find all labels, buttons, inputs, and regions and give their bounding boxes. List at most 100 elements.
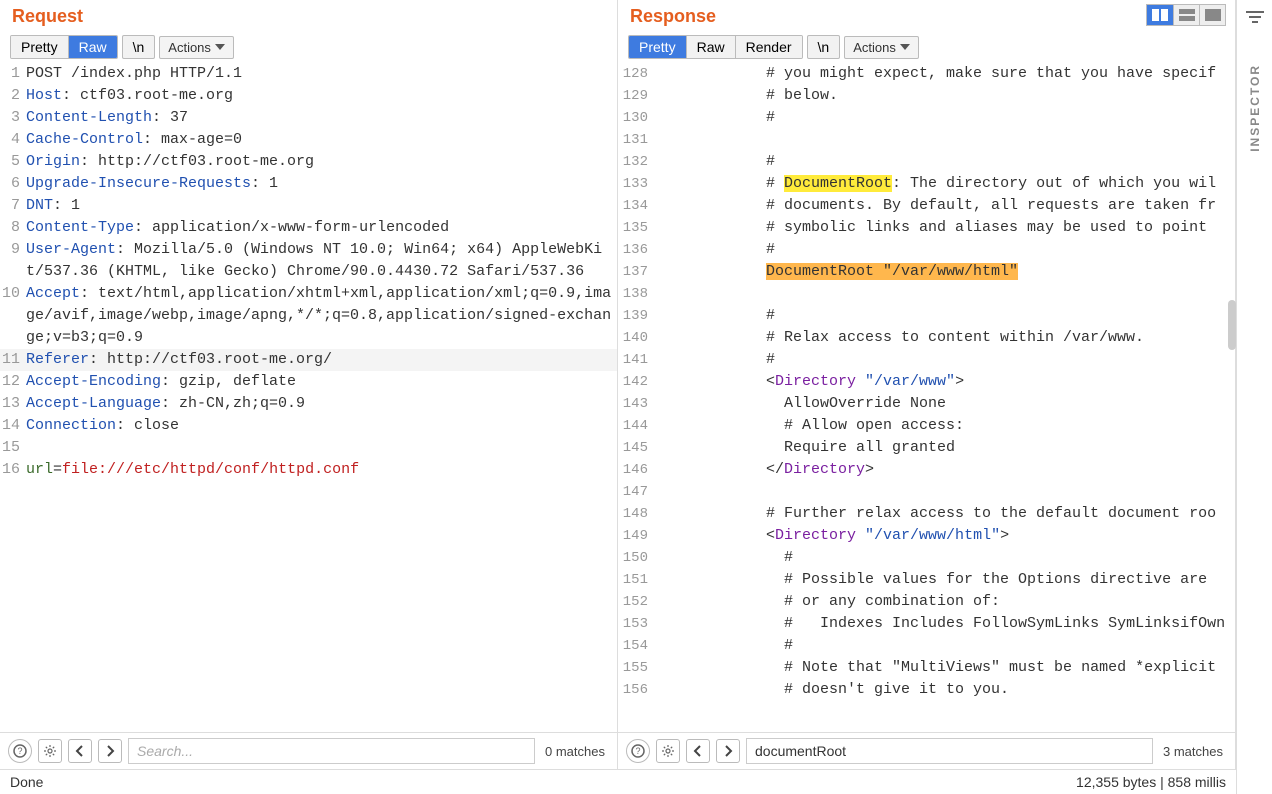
line-text: Upgrade-Insecure-Requests: 1 bbox=[26, 173, 617, 195]
line-number: 12 bbox=[0, 371, 26, 393]
code-line: 2Host: ctf03.root-me.org bbox=[0, 85, 617, 107]
line-text bbox=[26, 437, 617, 459]
request-code-area[interactable]: 1POST /index.php HTTP/1.12Host: ctf03.ro… bbox=[0, 63, 617, 732]
line-text: POST /index.php HTTP/1.1 bbox=[26, 63, 617, 85]
line-number: 128 bbox=[618, 63, 654, 85]
response-panel: Response Pretty Raw Render \n Actions 12… bbox=[618, 0, 1236, 769]
line-number: 131 bbox=[618, 129, 654, 151]
line-number: 5 bbox=[0, 151, 26, 173]
line-number: 152 bbox=[618, 591, 654, 613]
request-tab-group: Pretty Raw bbox=[10, 35, 118, 59]
code-line: 152 # or any combination of: bbox=[618, 591, 1235, 613]
line-text: # DocumentRoot: The directory out of whi… bbox=[654, 173, 1235, 195]
response-match-count: 3 matches bbox=[1159, 744, 1227, 759]
next-match-button[interactable] bbox=[98, 739, 122, 763]
response-title: Response bbox=[618, 0, 1235, 31]
next-match-button[interactable] bbox=[716, 739, 740, 763]
gear-icon[interactable] bbox=[38, 739, 62, 763]
line-text: Host: ctf03.root-me.org bbox=[26, 85, 617, 107]
view-stack-button[interactable] bbox=[1173, 5, 1199, 25]
svg-text:?: ? bbox=[17, 746, 22, 756]
actions-dropdown[interactable]: Actions bbox=[159, 36, 234, 59]
code-line: 135# symbolic links and aliases may be u… bbox=[618, 217, 1235, 239]
right-strip: INSPECTOR bbox=[1236, 0, 1272, 794]
tab-render[interactable]: Render bbox=[735, 36, 802, 58]
code-line: 140# Relax access to content within /var… bbox=[618, 327, 1235, 349]
response-code-area[interactable]: 128# you might expect, make sure that yo… bbox=[618, 63, 1235, 732]
code-line: 156 # doesn't give it to you. bbox=[618, 679, 1235, 701]
code-line: 7DNT: 1 bbox=[0, 195, 617, 217]
line-text: Require all granted bbox=[654, 437, 1235, 459]
newline-toggle[interactable]: \n bbox=[122, 35, 156, 59]
line-number: 2 bbox=[0, 85, 26, 107]
code-line: 10Accept: text/html,application/xhtml+xm… bbox=[0, 283, 617, 349]
code-line: 146</Directory> bbox=[618, 459, 1235, 481]
tab-pretty[interactable]: Pretty bbox=[629, 36, 686, 58]
help-icon[interactable]: ? bbox=[626, 739, 650, 763]
request-match-count: 0 matches bbox=[541, 744, 609, 759]
line-number: 154 bbox=[618, 635, 654, 657]
line-text: # you might expect, make sure that you h… bbox=[654, 63, 1235, 85]
line-number: 10 bbox=[0, 283, 26, 349]
help-icon[interactable]: ? bbox=[8, 739, 32, 763]
line-text: # bbox=[654, 547, 1235, 569]
code-line: 5Origin: http://ctf03.root-me.org bbox=[0, 151, 617, 173]
line-text: # bbox=[654, 107, 1235, 129]
request-search-input[interactable] bbox=[128, 738, 535, 764]
tab-raw[interactable]: Raw bbox=[686, 36, 735, 58]
request-tab-row: Pretty Raw \n Actions bbox=[0, 31, 617, 63]
code-line: 153 # Indexes Includes FollowSymLinks Sy… bbox=[618, 613, 1235, 635]
line-text: # symbolic links and aliases may be used… bbox=[654, 217, 1235, 239]
line-text: # bbox=[654, 349, 1235, 371]
line-text: # Relax access to content within /var/ww… bbox=[654, 327, 1235, 349]
tab-pretty[interactable]: Pretty bbox=[11, 36, 68, 58]
code-line: 154 # bbox=[618, 635, 1235, 657]
line-text: # bbox=[654, 151, 1235, 173]
prev-match-button[interactable] bbox=[686, 739, 710, 763]
newline-toggle[interactable]: \n bbox=[807, 35, 841, 59]
code-line: 9User-Agent: Mozilla/5.0 (Windows NT 10.… bbox=[0, 239, 617, 283]
tab-raw[interactable]: Raw bbox=[68, 36, 117, 58]
line-text: Content-Length: 37 bbox=[26, 107, 617, 129]
actions-dropdown[interactable]: Actions bbox=[844, 36, 919, 59]
request-search-bar: ? 0 matches bbox=[0, 732, 617, 769]
prev-match-button[interactable] bbox=[68, 739, 92, 763]
line-number: 155 bbox=[618, 657, 654, 679]
code-line: 148# Further relax access to the default… bbox=[618, 503, 1235, 525]
line-text: # below. bbox=[654, 85, 1235, 107]
line-number: 149 bbox=[618, 525, 654, 547]
line-text: # doesn't give it to you. bbox=[654, 679, 1235, 701]
code-line: 130# bbox=[618, 107, 1235, 129]
line-text: </Directory> bbox=[654, 459, 1235, 481]
code-line: 12Accept-Encoding: gzip, deflate bbox=[0, 371, 617, 393]
line-number: 133 bbox=[618, 173, 654, 195]
view-single-button[interactable] bbox=[1199, 5, 1225, 25]
inspector-label[interactable]: INSPECTOR bbox=[1248, 64, 1262, 152]
line-number: 15 bbox=[0, 437, 26, 459]
line-text: <Directory "/var/www/html"> bbox=[654, 525, 1235, 547]
line-number: 11 bbox=[0, 349, 26, 371]
response-tab-row: Pretty Raw Render \n Actions bbox=[618, 31, 1235, 63]
line-text: Accept-Language: zh-CN,zh;q=0.9 bbox=[26, 393, 617, 415]
line-number: 7 bbox=[0, 195, 26, 217]
line-number: 142 bbox=[618, 371, 654, 393]
gear-icon[interactable] bbox=[656, 739, 680, 763]
line-number: 137 bbox=[618, 261, 654, 283]
line-number: 129 bbox=[618, 85, 654, 107]
code-line: 143 AllowOverride None bbox=[618, 393, 1235, 415]
line-number: 150 bbox=[618, 547, 654, 569]
view-split-button[interactable] bbox=[1147, 5, 1173, 25]
scrollbar-thumb[interactable] bbox=[1228, 300, 1236, 350]
line-number: 130 bbox=[618, 107, 654, 129]
line-text: Content-Type: application/x-www-form-url… bbox=[26, 217, 617, 239]
line-number: 138 bbox=[618, 283, 654, 305]
line-number: 147 bbox=[618, 481, 654, 503]
line-text: # Further relax access to the default do… bbox=[654, 503, 1235, 525]
line-text bbox=[654, 481, 1235, 503]
response-search-input[interactable] bbox=[746, 738, 1153, 764]
code-line: 14Connection: close bbox=[0, 415, 617, 437]
code-line: 149<Directory "/var/www/html"> bbox=[618, 525, 1235, 547]
line-text: # bbox=[654, 635, 1235, 657]
line-number: 9 bbox=[0, 239, 26, 283]
filter-icon[interactable] bbox=[1246, 10, 1264, 24]
